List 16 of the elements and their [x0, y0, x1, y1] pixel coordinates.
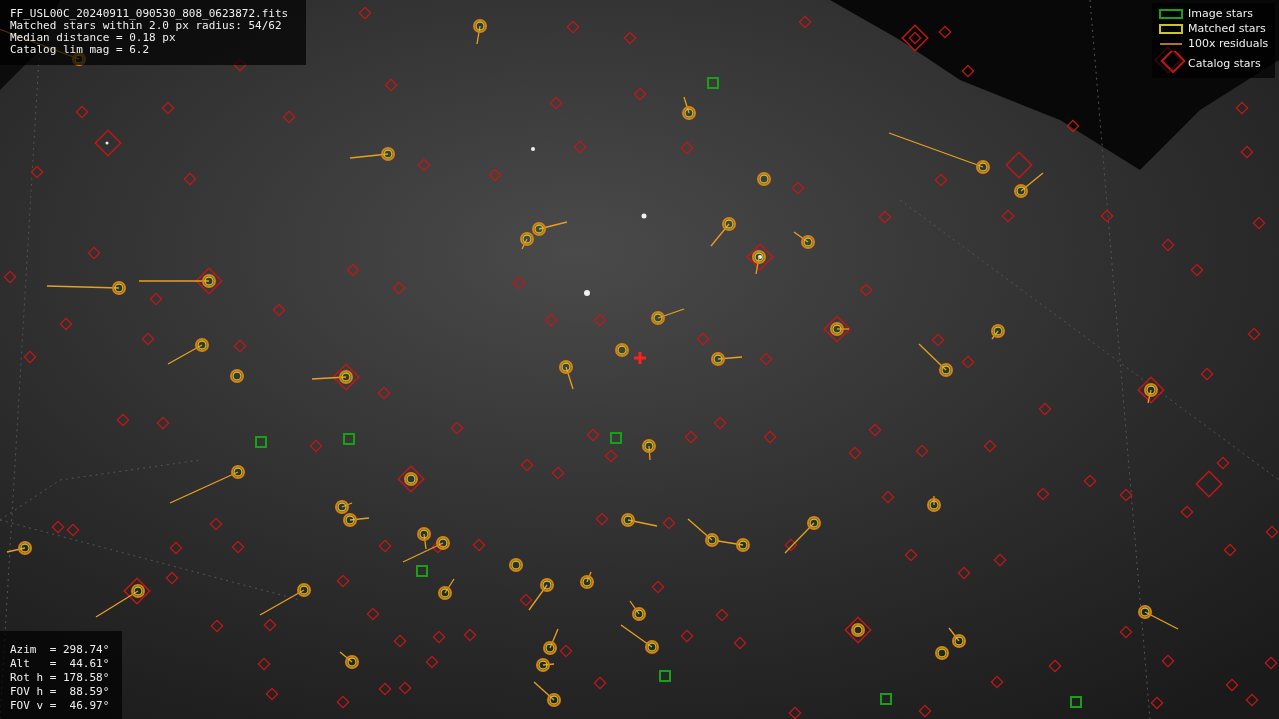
info-text: Median distance = 0.18 px [10, 32, 177, 44]
image-star-marker-icon [1156, 6, 1186, 21]
legend-label: Matched stars [1188, 22, 1266, 35]
info-text: FF_USL00C_20240911_090530_808_0623872.fits [10, 8, 290, 20]
info-text: FOV v = 46.97° [10, 700, 111, 712]
info-text: Azim = 298.74° [10, 644, 111, 656]
line-icon [1160, 42, 1182, 45]
info-text: Catalog lim mag = 6.2 [10, 44, 151, 56]
legend-label: Catalog stars [1188, 56, 1261, 70]
legend-label: 100x residuals [1188, 37, 1269, 50]
matched-star-marker-icon [1156, 21, 1186, 36]
info-text: FOV h = 88.59° [10, 686, 111, 698]
info-text: Matched stars within 2.0 px radius: 54/62 [10, 20, 282, 32]
info-text: Alt = 44.61° [10, 658, 111, 670]
legend-label: Image stars [1188, 7, 1253, 20]
info-text: Rot h = 178.58° [10, 672, 111, 684]
